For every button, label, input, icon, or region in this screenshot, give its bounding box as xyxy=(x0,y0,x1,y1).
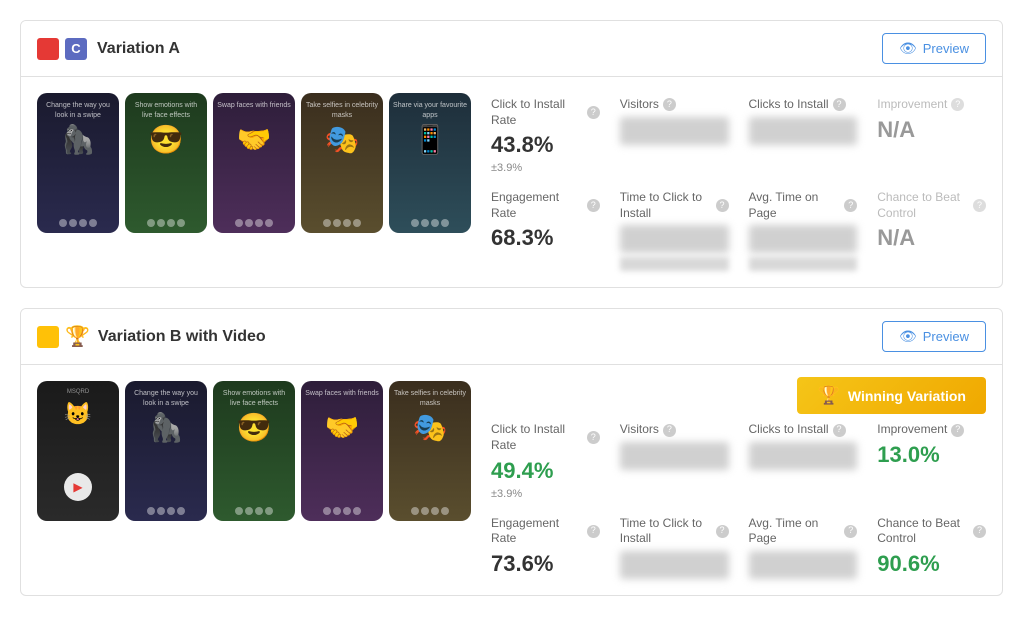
info-icon-5: ? xyxy=(587,199,600,212)
improvement-value-a: N/A xyxy=(877,117,986,143)
info-b-5: ? xyxy=(716,525,729,538)
eye-icon-b: 👁 xyxy=(899,328,917,345)
variation-a-metrics: Click to Install Rate ? 43.8% ±3.9% Visi… xyxy=(491,93,986,271)
metric-b-1: Visitors?### xyxy=(620,422,729,499)
page-container: C Variation A 👁 Preview Change the way y… xyxy=(0,0,1023,636)
visitors-blurred-a: ### xyxy=(620,117,729,145)
avg-time-sub-blurred-a: ### xyxy=(749,257,858,271)
metric-click-to-install-rate-a: Click to Install Rate ? 43.8% ±3.9% xyxy=(491,97,600,174)
click-to-install-value-a: 43.8% xyxy=(491,132,600,158)
info-icon: ? xyxy=(587,106,600,119)
winning-trophy-icon: 🏆 xyxy=(817,385,839,406)
screenshot-3: Swap faces with friends 🤝 xyxy=(213,93,295,233)
screenshot-4: Take selfies in celebrity masks 🎭 xyxy=(301,93,383,233)
metric-b-3: Improvement?13.0% xyxy=(877,422,986,499)
metric-b-2: Clicks to Install?### xyxy=(749,422,858,499)
variation-b-metrics: 🏆Winning VariationClick to Install Rate?… xyxy=(491,381,986,578)
info-icon-8: ? xyxy=(973,199,986,212)
metric-avg-time-a: Avg. Time on Page ? ### ### xyxy=(749,190,858,271)
engagement-value-a: 68.3% xyxy=(491,225,600,251)
time-to-click-blurred-a: ### xyxy=(620,225,729,253)
screenshot-b-4: Swap faces with friends 🤝 xyxy=(301,381,383,521)
variation-a-swatch xyxy=(37,38,59,60)
metric-engagement-rate-a: Engagement Rate ? 68.3% xyxy=(491,190,600,271)
info-b-4: ? xyxy=(587,525,600,538)
screenshot-b-2: Change the way you look in a swipe 🦍 xyxy=(125,381,207,521)
variation-a-content: Change the way you look in a swipe 🦍 Sho… xyxy=(21,77,1002,287)
metric-improvement-a: Improvement ? N/A xyxy=(877,97,986,174)
time-to-click-sub-blurred-a: ### xyxy=(620,257,729,271)
variation-a-title: Variation A xyxy=(97,40,882,58)
info-b-7: ? xyxy=(973,525,986,538)
metric-time-to-click-a: Time to Click to Install ? ### ### xyxy=(620,190,729,271)
screenshot-b-1: MSQRD 😺 ▶ xyxy=(37,381,119,521)
metric-clicks-to-install-a: Clicks to Install ? ### xyxy=(749,97,858,174)
info-b-0: ? xyxy=(587,431,600,444)
info-icon-4: ? xyxy=(951,98,964,111)
info-b-3: ? xyxy=(951,424,964,437)
variation-b-header: 🏆 Variation B with Video 👁 Preview xyxy=(21,309,1002,365)
info-b-2: ? xyxy=(833,424,846,437)
variation-b-screenshots: MSQRD 😺 ▶ Change the way you look in a s… xyxy=(37,381,471,578)
screenshot-b-3: Show emotions with live face effects 😎 xyxy=(213,381,295,521)
metric-visitors-a: Visitors ? ### xyxy=(620,97,729,174)
variation-a-block: C Variation A 👁 Preview Change the way y… xyxy=(20,20,1003,288)
click-to-install-sub-a: ±3.9% xyxy=(491,162,600,174)
metric-b-4: Engagement Rate?73.6% xyxy=(491,516,600,579)
metric-b-7: Chance to Beat Control?90.6% xyxy=(877,516,986,579)
variation-a-header: C Variation A 👁 Preview xyxy=(21,21,1002,77)
info-icon-3: ? xyxy=(833,98,846,111)
info-icon-6: ? xyxy=(716,199,729,212)
metric-b-6: Avg. Time on Page?### xyxy=(749,516,858,579)
metric-b-5: Time to Click to Install?### xyxy=(620,516,729,579)
info-b-6: ? xyxy=(844,525,857,538)
eye-icon: 👁 xyxy=(899,40,917,57)
variation-a-preview-button[interactable]: 👁 Preview xyxy=(882,33,986,64)
variation-b-block: 🏆 Variation B with Video 👁 Preview MSQRD… xyxy=(20,308,1003,595)
screenshot-1: Change the way you look in a swipe 🦍 xyxy=(37,93,119,233)
clicks-to-install-blurred-a: ### xyxy=(749,117,858,145)
metric-b-0: Click to Install Rate?49.4%±3.9% xyxy=(491,422,600,499)
winning-variation-banner: 🏆Winning Variation xyxy=(797,377,986,414)
screenshot-2: Show emotions with live face effects 😎 xyxy=(125,93,207,233)
play-icon: ▶ xyxy=(64,473,92,501)
variation-b-swatch xyxy=(37,326,59,348)
trophy-icon: 🏆 xyxy=(65,324,90,349)
avg-time-blurred-a: ### xyxy=(749,225,858,253)
variation-b-preview-button[interactable]: 👁 Preview xyxy=(882,321,986,352)
variation-a-letter: C xyxy=(65,38,87,60)
info-icon-2: ? xyxy=(663,98,676,111)
variation-b-content: MSQRD 😺 ▶ Change the way you look in a s… xyxy=(21,365,1002,594)
screenshot-5: Share via your favourite apps 📱 xyxy=(389,93,471,233)
info-icon-7: ? xyxy=(844,199,857,212)
info-b-1: ? xyxy=(663,424,676,437)
metric-chance-beat-a: Chance to Beat Control ? N/A xyxy=(877,190,986,271)
screenshot-b-5: Take selfies in celebrity masks 🎭 xyxy=(389,381,471,521)
variation-a-screenshots: Change the way you look in a swipe 🦍 Sho… xyxy=(37,93,471,271)
chance-beat-value-a: N/A xyxy=(877,225,986,251)
variation-b-title: Variation B with Video xyxy=(98,328,882,346)
